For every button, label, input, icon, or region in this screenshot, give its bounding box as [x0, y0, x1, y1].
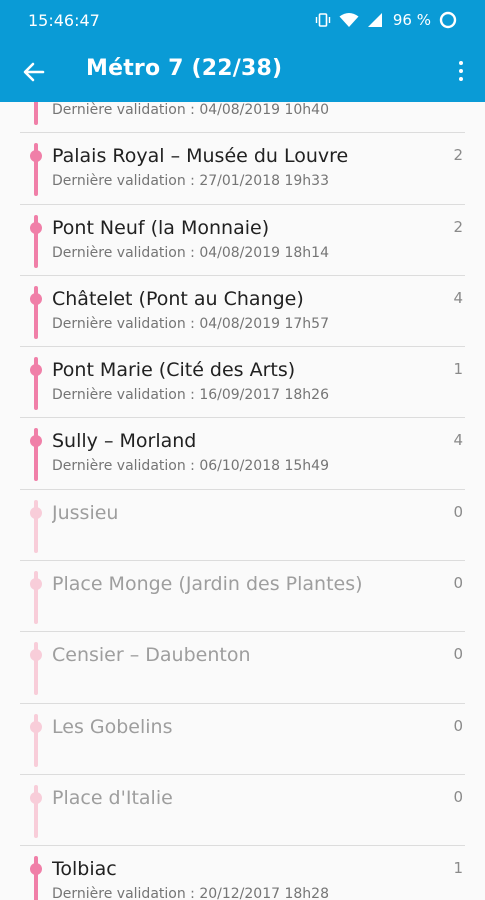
station-name: Place Monge (Jardin des Plantes)	[52, 573, 363, 596]
validation-count: 0	[453, 502, 463, 521]
line-segment	[34, 102, 38, 125]
station-name: Place d'Italie	[52, 786, 173, 809]
station-name: Pont Neuf (la Monnaie)	[52, 216, 270, 239]
station-row[interactable]: Pont Neuf (la Monnaie) Dernière validatio…	[20, 205, 465, 276]
arrow-back-icon	[23, 62, 45, 82]
station-dot-icon	[30, 364, 42, 377]
last-validation: Dernière validation : 06/10/2018 15h49	[52, 458, 329, 475]
station-name: Censier – Daubenton	[52, 644, 251, 667]
station-row[interactable]: Les Gobelins 0	[20, 704, 465, 775]
station-dot-icon	[30, 720, 42, 733]
station-dot-icon	[30, 435, 42, 448]
station-row[interactable]: Pont Marie (Cité des Arts) Dernière valid…	[20, 347, 465, 419]
station-name: Palais Royal – Musée du Louvre	[52, 145, 349, 168]
station-name: Jussieu	[52, 501, 119, 524]
validation-count: 2	[453, 146, 463, 165]
station-dot-icon	[30, 649, 42, 662]
station-row[interactable]: Jussieu 0	[20, 490, 465, 562]
validation-count: 4	[453, 431, 463, 450]
station-row[interactable]: Place Monge (Jardin des Plantes) 0	[20, 561, 465, 633]
validation-count: 0	[453, 574, 463, 593]
last-validation: Dernière validation : 16/09/2017 18h26	[52, 387, 329, 404]
station-dot-icon	[30, 506, 42, 519]
status-icons: 96 %	[315, 11, 457, 29]
station-row[interactable]: Sully – Morland Dernière validation : 06/…	[20, 418, 465, 490]
validation-count: 0	[453, 645, 463, 664]
station-name: Tolbiac	[52, 858, 117, 881]
station-row[interactable]: Tolbiac Dernière validation : 20/12/2017 …	[20, 846, 465, 900]
validation-count: 1	[453, 859, 463, 878]
station-name: Les Gobelins	[52, 715, 173, 738]
battery-ring-icon	[439, 11, 457, 29]
validation-count: 1	[453, 360, 463, 379]
station-dot-icon	[30, 578, 42, 591]
validation-count: 4	[453, 288, 463, 307]
status-time: 15:46:47	[28, 10, 100, 30]
status-bar: 15:46:47 96 %	[0, 0, 485, 40]
station-row[interactable]: Châtelet (Pont au Change) Dernière valida…	[20, 276, 465, 348]
station-list[interactable]: PyramidesDernière validation : 04/08/201…	[0, 102, 485, 900]
station-name: Sully – Morland	[52, 430, 197, 453]
toolbar: Métro 7 (22/38)	[0, 40, 485, 102]
station-dot-icon	[30, 791, 42, 804]
station-name: Châtelet (Pont au Change)	[52, 287, 304, 310]
last-validation: Dernière validation : 27/01/2018 19h33	[52, 173, 329, 190]
validation-count: 0	[453, 716, 463, 735]
validation-count: 0	[453, 787, 463, 806]
station-dot-icon	[30, 150, 42, 163]
last-validation: Dernière validation : 04/08/2019 18h14	[52, 244, 329, 261]
signal-icon	[367, 13, 382, 27]
station-list-inner: PyramidesDernière validation : 04/08/201…	[0, 102, 485, 900]
station-row[interactable]: Censier – Daubenton 0	[20, 632, 465, 704]
battery-level: 96 %	[392, 11, 431, 29]
overflow-menu-button[interactable]	[449, 54, 473, 88]
back-button[interactable]	[18, 56, 50, 88]
last-validation: Dernière validation : 04/08/2019 10h40	[52, 102, 329, 118]
last-validation: Dernière validation : 04/08/2019 17h57	[52, 315, 329, 332]
station-row[interactable]: Place d'Italie 0	[20, 775, 465, 847]
vibrate-icon	[315, 13, 331, 27]
more-vert-icon	[459, 61, 463, 65]
station-name: Pont Marie (Cité des Arts)	[52, 359, 296, 382]
station-dot-icon	[30, 863, 42, 876]
app-bar: 15:46:47 96 % Métro 7 (22/38)	[0, 0, 485, 102]
station-dot-icon	[30, 292, 42, 305]
validation-count: 2	[453, 217, 463, 236]
wifi-icon	[339, 13, 359, 27]
last-validation: Dernière validation : 20/12/2017 18h28	[52, 886, 329, 900]
page-title: Métro 7 (22/38)	[86, 56, 283, 81]
station-row[interactable]: Palais Royal – Musée du Louvre Dernière v…	[20, 133, 465, 205]
station-dot-icon	[30, 221, 42, 234]
station-row[interactable]: PyramidesDernière validation : 04/08/201…	[20, 102, 465, 134]
